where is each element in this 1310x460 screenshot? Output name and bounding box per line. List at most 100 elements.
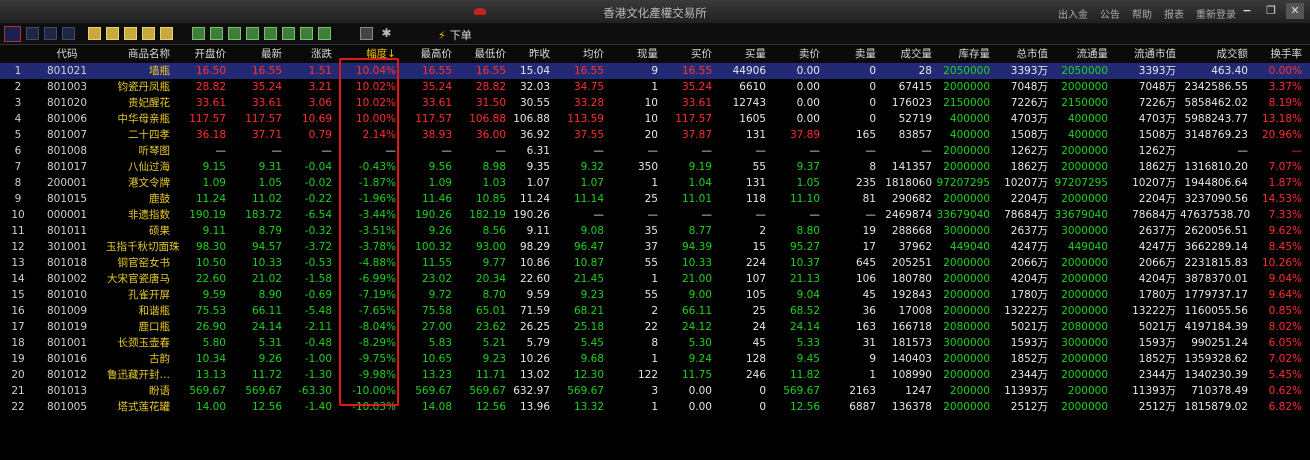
low-header[interactable]: 最低价 <box>456 45 507 63</box>
y3-icon[interactable] <box>124 27 137 40</box>
name-header[interactable]: 商品名称 <box>106 45 170 63</box>
table-row[interactable]: 11 801011 硕果 9.11 8.79 -0.32 -3.51% 9.26 8.56 9.1… <box>0 223 1310 239</box>
table-row[interactable]: 12 301001 玉指千秋切面珠 98.30 94.57 -3.72 -3.78% 100.… <box>0 239 1310 255</box>
close-icon[interactable]: ✕ <box>1286 3 1304 19</box>
table-row[interactable]: 20 801012 鲁迅藏开封… 13.13 11.72 -1.30 -9.98% 13.23… <box>0 367 1310 383</box>
g5-icon[interactable] <box>264 27 277 40</box>
bid-header[interactable]: 买价 <box>662 45 712 63</box>
cell-pct: -8.29% <box>358 337 396 349</box>
g1-icon[interactable] <box>192 27 205 40</box>
cell-amt: 1359328.62 <box>1184 353 1248 365</box>
g2-icon[interactable] <box>210 27 223 40</box>
g6-icon[interactable] <box>282 27 295 40</box>
last-header[interactable]: 最新 <box>230 45 282 63</box>
g8-icon[interactable] <box>318 27 331 40</box>
table-row[interactable]: 5 801007 二十四孝 36.18 37.71 0.79 2.14% 38.93 36.00… <box>0 127 1310 143</box>
cell-bidv: 118 <box>745 193 766 205</box>
y5-icon[interactable] <box>160 27 173 40</box>
code-header[interactable]: 代码 <box>36 45 98 63</box>
turnover-header[interactable]: 换手率 <box>1254 45 1303 63</box>
cell-low: 5.21 <box>482 337 506 349</box>
table-row[interactable]: 3 801020 贵妃醒花 33.61 33.61 3.06 10.02% 33.61 31.5… <box>0 95 1310 111</box>
float-header[interactable]: 流通量 <box>1052 45 1109 63</box>
change-header[interactable]: 涨跌 <box>286 45 332 63</box>
cell-vol: 181573 <box>891 337 932 349</box>
g7-icon[interactable] <box>300 27 313 40</box>
kline-icon[interactable] <box>26 27 39 40</box>
table-row[interactable]: 1 801021 墙瓶 16.50 16.55 1.51 10.04% 16.55 16.55 1… <box>0 63 1310 79</box>
cell-code: 301001 <box>46 241 88 253</box>
cell-last: 9.26 <box>258 353 282 365</box>
table-row[interactable]: 13 801018 铜官窑女书 10.50 10.33 -0.53 -4.88% 11.55 9… <box>0 255 1310 271</box>
cell-amt: 1340230.39 <box>1184 369 1248 381</box>
cell-last: 35.24 <box>251 81 282 93</box>
table-row[interactable]: 10 000001 非遗指数 190.19 183.72 -6.54 -3.44% 190.2… <box>0 207 1310 223</box>
table-row[interactable]: 21 801013 盼语 569.67 569.67 -63.30 -10.00% 569.6… <box>0 383 1310 399</box>
y2-icon[interactable] <box>106 27 119 40</box>
cell-cur: 2 <box>651 305 658 317</box>
table-row[interactable]: 16 801009 和谐瓶 75.53 66.11 -5.48 -7.65% 75.58 65.… <box>0 303 1310 319</box>
float-cap-header[interactable]: 流通市值 <box>1112 45 1176 63</box>
pct-header[interactable]: 幅度↓ <box>338 45 396 63</box>
table-row[interactable]: 4 801006 中华母亲瓶 117.57 117.57 10.69 10.00% 117.5… <box>0 111 1310 127</box>
cell-high: 1.09 <box>428 177 452 189</box>
restore-icon[interactable]: ❐ <box>1262 3 1280 19</box>
y4-icon[interactable] <box>142 27 155 40</box>
cell-vol: 166718 <box>891 321 932 333</box>
cell-chg: -5.48 <box>304 305 332 317</box>
chart-icon[interactable] <box>4 26 21 42</box>
link-relogin[interactable]: 重新登录 <box>1196 6 1236 21</box>
cell-float: 33679040 <box>1054 209 1108 221</box>
table-row[interactable]: 18 801001 长颈玉壶春 5.80 5.31 -0.48 -8.29% 5.83 5.21… <box>0 335 1310 351</box>
cell-n: 21 <box>11 385 25 397</box>
open-header[interactable]: 开盘价 <box>176 45 227 63</box>
table-row[interactable]: 14 801002 大宋官瓷唐马 22.60 21.02 -1.58 -6.99% 23.02… <box>0 271 1310 287</box>
table-row[interactable]: 9 801015 鹿鼓 11.24 11.02 -0.22 -1.96% 11.46 10.85… <box>0 191 1310 207</box>
table-row[interactable]: 22 801005 塔式莲花罐 14.00 12.56 -1.40 -10.03% 14.08… <box>0 399 1310 415</box>
table-row[interactable]: 17 801019 鹿口瓶 26.90 24.14 -2.11 -8.04% 27.00 23.… <box>0 319 1310 335</box>
link-deposit[interactable]: 出入金 <box>1058 6 1088 21</box>
table-row[interactable]: 15 801010 孔雀开屏 9.59 8.90 -0.69 -7.19% 9.72 8.70 9… <box>0 287 1310 303</box>
link-notice[interactable]: 公告 <box>1100 6 1120 21</box>
table-row[interactable]: 2 801003 钧瓷丹凤瓶 28.82 35.24 3.21 10.02% 35.24 28.… <box>0 79 1310 95</box>
gear-icon[interactable]: ✱ <box>380 27 393 40</box>
cell-stock: 2050000 <box>943 65 990 77</box>
ask-header[interactable]: 卖价 <box>772 45 820 63</box>
minimize-icon[interactable]: − <box>1238 3 1256 19</box>
link-help[interactable]: 帮助 <box>1132 6 1152 21</box>
g3-icon[interactable] <box>228 27 241 40</box>
settings-doc-icon[interactable] <box>360 27 373 40</box>
cell-low: 8.70 <box>482 289 506 301</box>
current-vol-header[interactable]: 现量 <box>612 45 658 63</box>
cell-chg: 0.79 <box>308 129 332 141</box>
cell-last: 9.31 <box>258 161 282 173</box>
cell-avg: — <box>593 145 605 157</box>
cell-chg: -3.72 <box>304 241 332 253</box>
order-button[interactable]: ⚡ 下单 <box>438 27 472 43</box>
table-row[interactable]: 8 200001 港文令牌 1.09 1.05 -0.02 -1.87% 1.09 1.03 1.… <box>0 175 1310 191</box>
avg-header[interactable]: 均价 <box>554 45 604 63</box>
volume-header[interactable]: 成交量 <box>882 45 933 63</box>
table-row[interactable]: 19 801016 古韵 10.34 9.26 -1.00 -9.75% 10.65 9.23 1… <box>0 351 1310 367</box>
list-icon[interactable] <box>62 27 75 40</box>
prev-close-header[interactable]: 昨收 <box>510 45 550 63</box>
cell-code: 801013 <box>46 385 88 397</box>
inventory-header[interactable]: 库存量 <box>936 45 991 63</box>
high-header[interactable]: 最高价 <box>402 45 453 63</box>
amount-header[interactable]: 成交额 <box>1180 45 1249 63</box>
cell-cur: — <box>647 209 659 221</box>
g4-icon[interactable] <box>246 27 259 40</box>
cell-ask: 8.80 <box>796 225 820 237</box>
market-cap-header[interactable]: 总市值 <box>994 45 1049 63</box>
table-row[interactable]: 7 801017 八仙过海 9.15 9.31 -0.04 -0.43% 9.56 8.98 9.… <box>0 159 1310 175</box>
cell-amt: 1160055.56 <box>1184 305 1248 317</box>
cell-turn: 9.64% <box>1268 289 1302 301</box>
y1-icon[interactable] <box>88 27 101 40</box>
table-row[interactable]: 6 801008 听琴图 — — — — — — 6.31 — — — — — — — 2000000 1262万 2… <box>0 143 1310 159</box>
link-report[interactable]: 报表 <box>1164 6 1184 21</box>
ask-vol-header[interactable]: 卖量 <box>826 45 876 63</box>
cell-amt: 5858462.02 <box>1184 97 1248 109</box>
bid-vol-header[interactable]: 买量 <box>716 45 766 63</box>
cell-name: 孔雀开屏 <box>128 289 170 301</box>
volume-icon[interactable] <box>44 27 57 40</box>
